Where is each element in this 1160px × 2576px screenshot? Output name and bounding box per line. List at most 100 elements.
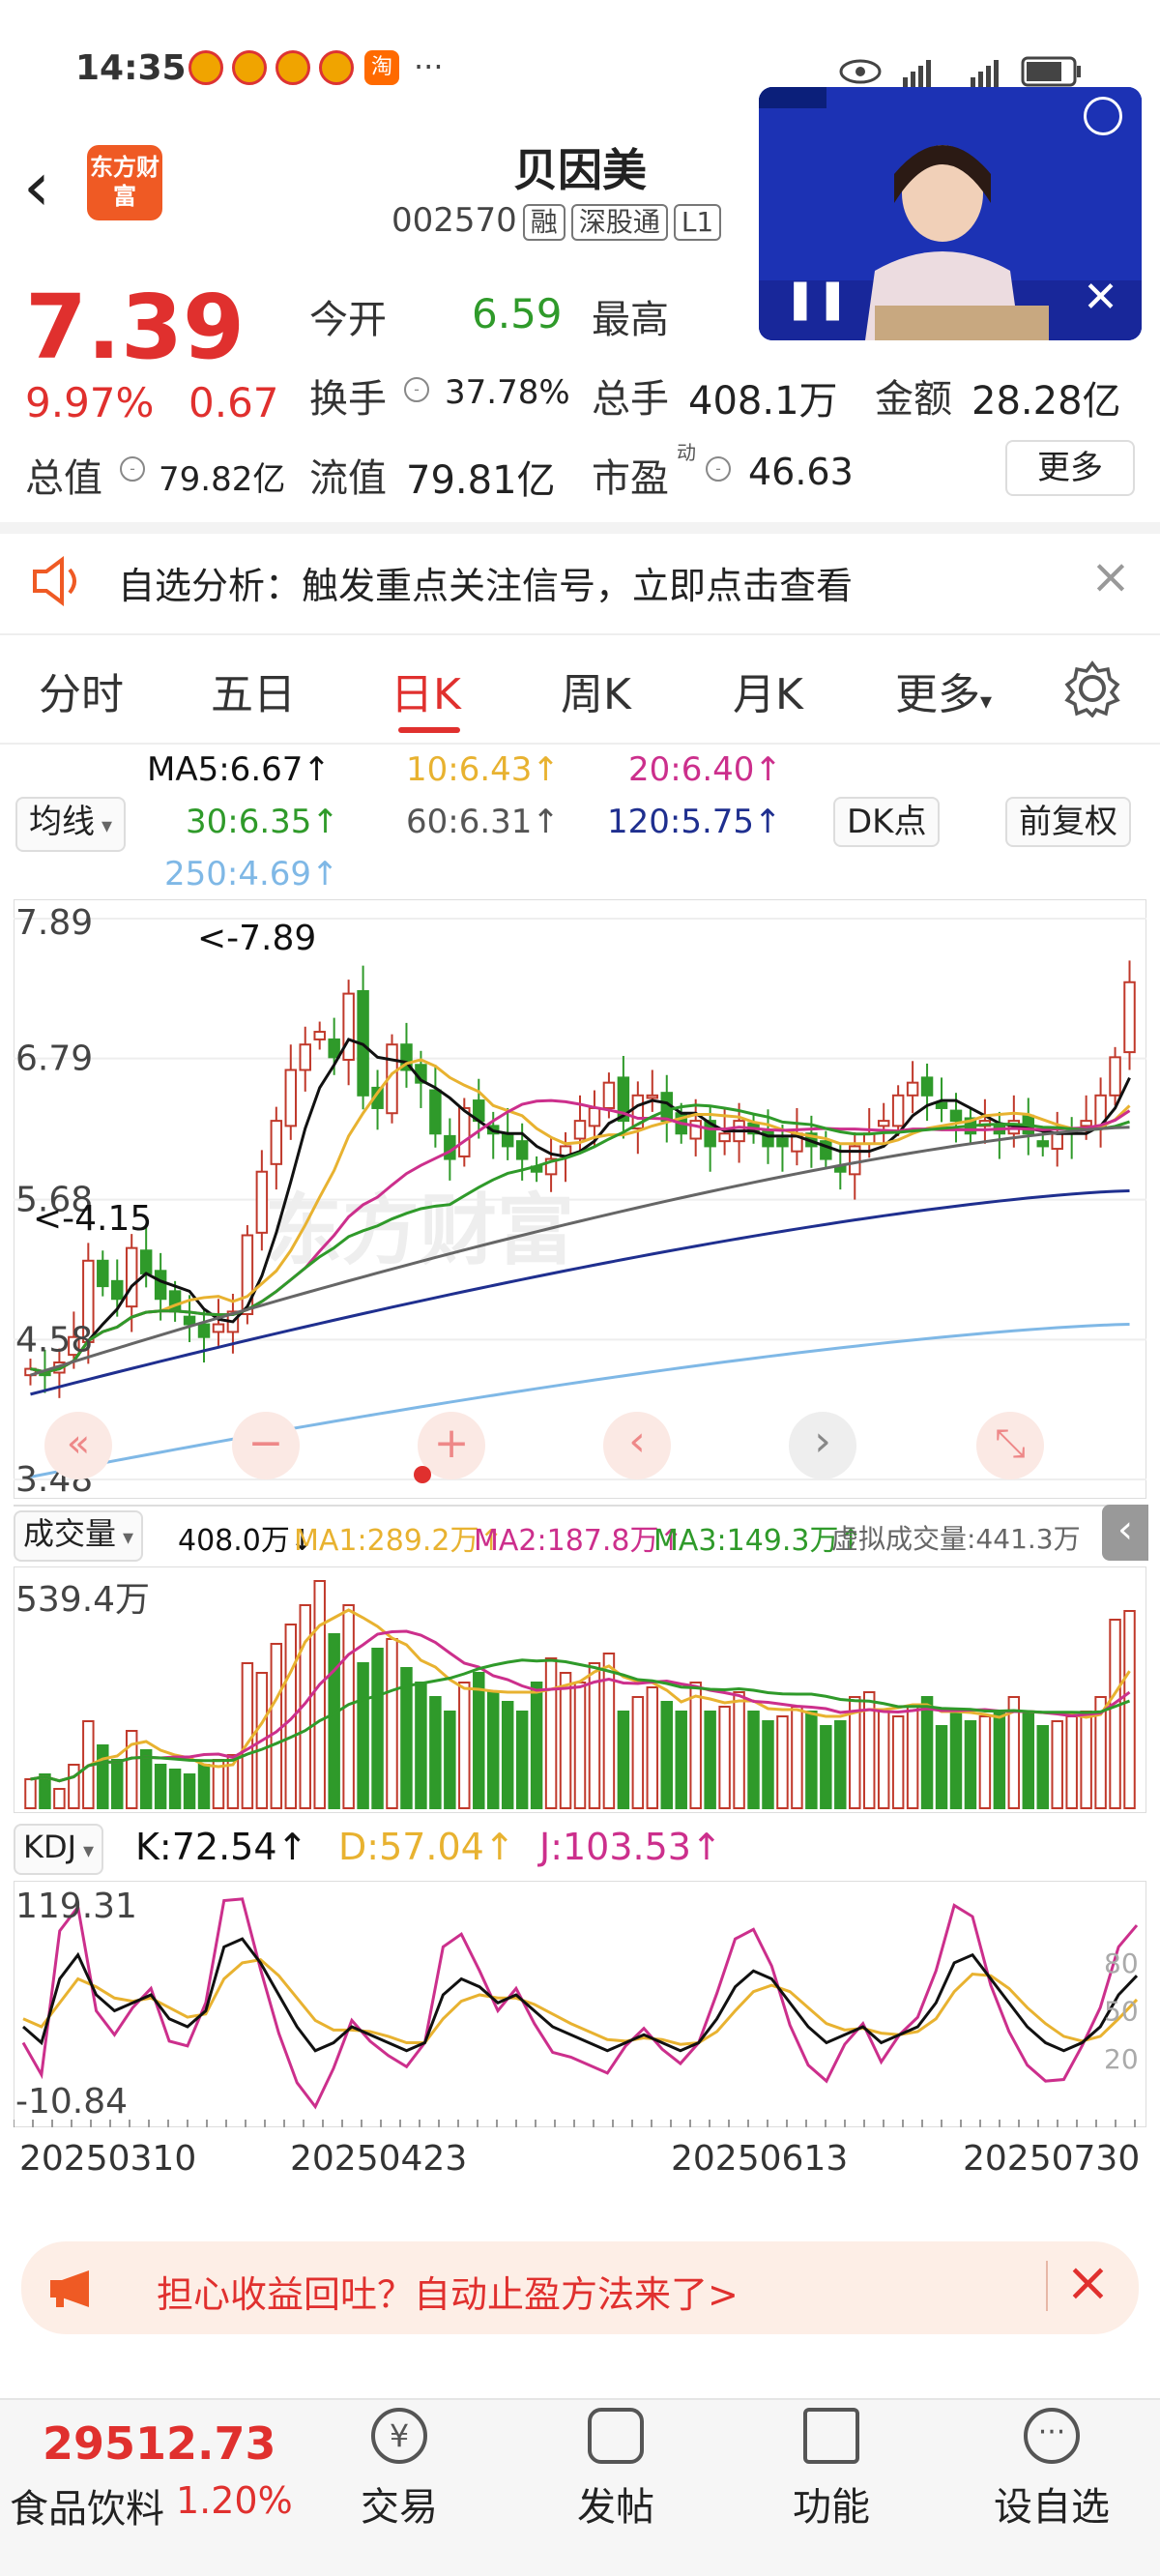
volume-bar [993,1711,1006,1809]
live-video-overlay[interactable]: ❚❚ ✕ [759,87,1142,340]
info-icon[interactable]: - [404,377,429,402]
volume-bar [689,1682,702,1809]
volume-bar [733,1691,745,1809]
candle-body [501,1132,514,1148]
volume-bar [357,1662,369,1809]
volume-bar [791,1706,803,1809]
fullscreen-icon[interactable]: ⤡ [976,1412,1044,1479]
analysis-notice[interactable]: 自选分析：触发重点关注信号，立即点击查看 × [0,527,1160,633]
nav-add-watchlist[interactable]: ··· 设自选 [984,2408,1119,2532]
ma5-value: MA5:6.67↑ [147,750,331,789]
megaphone-icon [50,2270,89,2307]
banner-divider [1046,2261,1048,2311]
volume-bar [371,1648,384,1809]
weibo-icon [319,50,354,85]
candle-body [342,992,355,1061]
turnover-value: 37.78% [445,373,570,412]
close-video-icon[interactable]: ✕ [1083,273,1118,322]
rewind-icon[interactable]: « [44,1412,112,1479]
nav-post[interactable]: 发帖 [548,2408,683,2532]
candle-body [1080,1120,1092,1127]
candle-body [1036,1140,1049,1148]
kdj-j-value: J:103.53↑ [539,1826,722,1868]
ma120-value: 120:5.75↑ [607,803,782,841]
open-label: 今开 [309,298,387,342]
tab-weekly-k[interactable]: 周K [561,659,631,721]
pan-right-icon[interactable]: › [789,1412,856,1479]
tag-margin: 融 [522,204,566,241]
indicator-select-volume[interactable]: 成交量 ▾ [14,1510,144,1562]
close-notice-icon[interactable]: × [1090,548,1131,604]
ma30-value: 30:6.35↑ [186,803,339,841]
volume-chart[interactable]: 539.4万 [14,1566,1146,1813]
volume-bar [530,1682,543,1809]
k-line-chart[interactable]: 东方财富 7.896.795.684.583.48<-7.89<-4.15 [14,899,1146,1499]
candle-body [313,1031,326,1040]
volume-bar [270,1643,283,1809]
float-label: 流值 [309,456,387,501]
open-value: 6.59 [472,290,563,337]
stock-code-row: 002570 融深股通 L1 [392,201,722,241]
kdj-level-label: 50 [1104,1995,1139,2027]
candle-body [1123,981,1136,1054]
nav-trade[interactable]: ¥ 交易 [332,2408,467,2532]
chart-controls: « − + ‹ › ⤡ [0,1412,1160,1489]
settings-gear-icon[interactable] [1063,659,1121,717]
adjust-price-button[interactable]: 前复权 [1005,797,1131,847]
tab-five-day[interactable]: 五日 [211,659,296,721]
volume-bar [762,1720,774,1809]
volume-bar [486,1691,500,1809]
y-tick-label: 4.58 [15,1320,93,1360]
candle-body [906,1081,919,1097]
collapse-panel-icon[interactable]: ‹ [1102,1505,1148,1561]
pe-value: 46.63 [748,451,854,493]
candle-body [718,1132,731,1143]
tab-daily-k[interactable]: 日K [391,659,461,721]
chevron-down-icon: ▾ [980,688,993,715]
volume-bar [704,1711,716,1809]
dk-point-button[interactable]: DK点 [833,797,941,847]
zoom-out-icon[interactable]: − [232,1412,300,1479]
close-banner-icon[interactable]: × [1065,2251,1111,2314]
volume-bar [1022,1711,1035,1809]
pe-sup: 动 [677,441,696,464]
promo-banner[interactable]: 担心收益回吐？自动止盈方法来了> × [21,2241,1139,2334]
volume-bar [964,1720,977,1809]
candle-body [877,1120,890,1127]
trade-icon: ¥ [371,2408,427,2464]
grid-icon [803,2408,859,2464]
divider [0,633,1160,635]
audio-icon[interactable] [1084,97,1122,135]
nav-functions[interactable]: 功能 [764,2408,899,2532]
more-quote-button[interactable]: 更多 [1005,440,1135,496]
sector-name[interactable]: 食品饮料 [10,2477,164,2533]
volume-bar [1123,1610,1136,1809]
tab-more[interactable]: 更多▾ [895,659,992,721]
volume-bar [24,1778,37,1809]
volume-bar [1036,1725,1049,1809]
kdj-line-j [21,1897,1139,2110]
tab-intraday[interactable]: 分时 [39,659,124,721]
change-amount: 0.67 [188,379,279,426]
pause-icon[interactable]: ❚❚ [784,277,849,321]
sector-index-value[interactable]: 29512.73 [43,2417,276,2470]
nav-trade-label: 交易 [361,2485,438,2530]
info-icon[interactable]: - [120,456,145,482]
volume-bar [415,1682,427,1809]
volume-bar [111,1759,124,1809]
tab-monthly-k[interactable]: 月K [733,659,803,721]
info-icon[interactable]: - [706,456,731,482]
candle-body [125,1246,138,1308]
candle-body [299,1043,311,1071]
volume-bar [515,1711,529,1809]
volume-value: 408.1万 [688,379,838,424]
kdj-chart[interactable]: 80 50 20 119.31 -10.84 [14,1881,1146,2127]
volume-bar [183,1773,196,1809]
chevron-down-icon: ▾ [76,1839,95,1863]
candle-body [776,1137,789,1148]
stock-name: 贝因美 [513,144,647,196]
ma-select-button[interactable]: 均线 ▾ [15,797,127,852]
indicator-select-kdj[interactable]: KDJ ▾ [14,1824,104,1875]
pan-left-icon[interactable]: ‹ [603,1412,671,1479]
back-button[interactable]: ‹ [23,153,50,220]
